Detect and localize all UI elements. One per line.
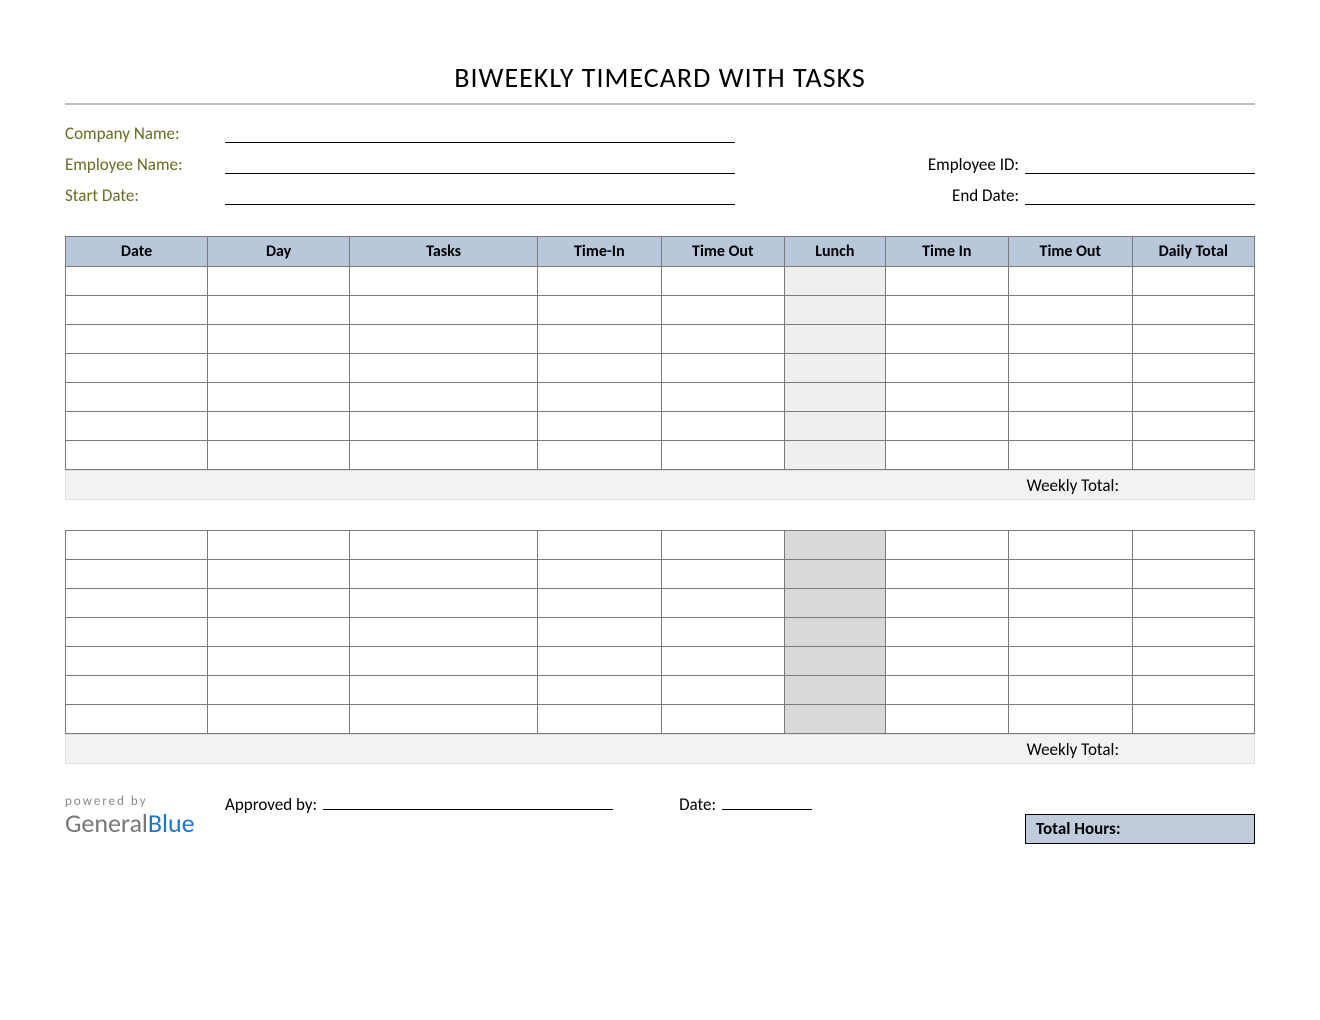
col-time-in-2: Time In <box>885 237 1008 267</box>
col-date: Date <box>66 237 208 267</box>
col-day: Day <box>208 237 350 267</box>
end-date-input[interactable] <box>1025 185 1255 205</box>
col-time-in-1: Time-In <box>538 237 661 267</box>
table-row <box>66 560 1255 589</box>
end-date-label: End Date: <box>735 185 1025 206</box>
week2-table <box>65 530 1255 734</box>
week1-total-label: Weekly Total: <box>65 470 1255 500</box>
table-row <box>66 383 1255 412</box>
approval-date-label: Date: <box>679 794 716 815</box>
table-row <box>66 647 1255 676</box>
col-lunch: Lunch <box>785 237 886 267</box>
approved-by-input[interactable] <box>323 809 613 810</box>
employee-id-input[interactable] <box>1025 154 1255 174</box>
table-row <box>66 412 1255 441</box>
col-daily-total: Daily Total <box>1132 237 1254 267</box>
employee-id-label: Employee ID: <box>735 154 1025 175</box>
powered-by-logo: powered by GeneralBlue <box>65 794 195 839</box>
company-name-input[interactable] <box>225 123 735 143</box>
page-title: BIWEEKLY TIMECARD WITH TASKS <box>65 60 1255 95</box>
company-name-label: Company Name: <box>65 123 225 144</box>
col-tasks: Tasks <box>350 237 538 267</box>
total-hours-box: Total Hours: <box>1025 814 1255 844</box>
table-row <box>66 589 1255 618</box>
table-row <box>66 705 1255 734</box>
week2-total-label: Weekly Total: <box>65 734 1255 764</box>
approval-section: Approved by: Date: <box>225 794 812 815</box>
logo-blue: Blue <box>148 807 195 839</box>
employee-name-input[interactable] <box>225 154 735 174</box>
table-row <box>66 325 1255 354</box>
table-row <box>66 296 1255 325</box>
table-row <box>66 618 1255 647</box>
title-divider <box>65 103 1255 105</box>
table-row <box>66 441 1255 470</box>
employee-name-label: Employee Name: <box>65 154 225 175</box>
table-header-row: Date Day Tasks Time-In Time Out Lunch Ti… <box>66 237 1255 267</box>
footer: powered by GeneralBlue Approved by: Date… <box>65 794 1255 815</box>
approved-by-label: Approved by: <box>225 794 317 815</box>
col-time-out-2: Time Out <box>1009 237 1132 267</box>
table-row <box>66 267 1255 296</box>
info-grid: Company Name: Employee Name: Employee ID… <box>65 123 1255 206</box>
col-time-out-1: Time Out <box>661 237 784 267</box>
week1-table: Date Day Tasks Time-In Time Out Lunch Ti… <box>65 236 1255 470</box>
table-row <box>66 354 1255 383</box>
approval-date-input[interactable] <box>722 809 812 810</box>
generalblue-logo: GeneralBlue <box>65 807 195 839</box>
start-date-input[interactable] <box>225 185 735 205</box>
logo-general: General <box>65 807 148 839</box>
table-row <box>66 676 1255 705</box>
table-row <box>66 531 1255 560</box>
start-date-label: Start Date: <box>65 185 225 206</box>
